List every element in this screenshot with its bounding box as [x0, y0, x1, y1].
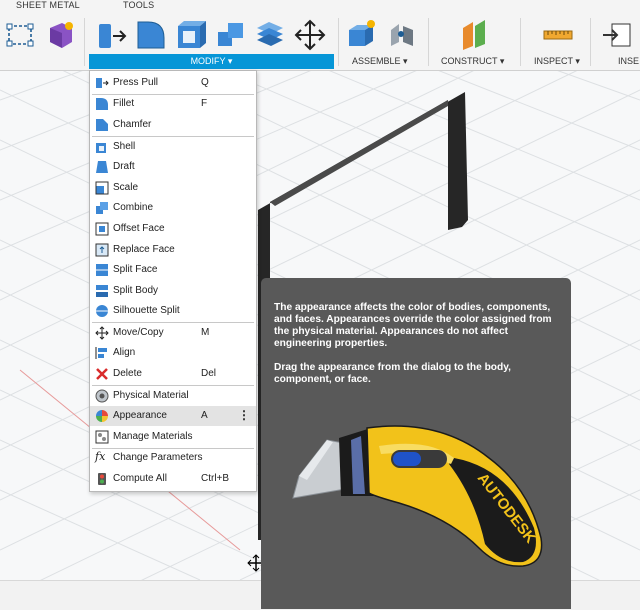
shell-icon: [96, 143, 106, 153]
menu-item-draft[interactable]: Draft: [90, 157, 256, 177]
offset-plane-icon[interactable]: [457, 18, 491, 52]
modify-menu: Press Pull Q Fillet F Chamfer Shell Draf…: [89, 70, 257, 492]
align-icon: [95, 347, 107, 359]
separator: [338, 18, 339, 66]
separator: [84, 18, 85, 66]
appearance-icon: [96, 410, 108, 422]
split-face-icon: [96, 264, 108, 276]
offset-face-tool-icon[interactable]: [253, 18, 287, 52]
move-icon: [95, 326, 109, 340]
utility-knife-image: AUTODESK: [292, 425, 543, 567]
fillet-icon: [96, 98, 108, 110]
menu-item-shell[interactable]: Shell: [90, 137, 256, 157]
more-options-icon[interactable]: ⋮: [238, 408, 250, 422]
construct-dropdown[interactable]: CONSTRUCT ▾: [441, 56, 504, 67]
replace-face-icon: [95, 243, 109, 257]
menu-item-compute-all[interactable]: Compute All Ctrl+B: [90, 469, 256, 489]
menu-item-move-copy[interactable]: Move/Copy M: [90, 323, 256, 343]
modify-dropdown-button[interactable]: MODIFY ▾: [89, 54, 334, 69]
new-component-icon[interactable]: [345, 18, 379, 52]
fx-icon: fx: [95, 450, 106, 463]
menu-item-combine[interactable]: Combine: [90, 198, 256, 218]
tooltip-description: The appearance affects the color of bodi…: [274, 302, 552, 349]
compute-all-icon: [98, 473, 106, 485]
create-form-icon[interactable]: [44, 18, 78, 52]
joint-icon[interactable]: [385, 18, 419, 52]
menu-item-scale[interactable]: Scale: [90, 178, 256, 198]
tooltip-instruction: Drag the appearance from the dialog to t…: [274, 362, 511, 385]
combine-icon: [96, 202, 108, 214]
menu-item-align[interactable]: Align: [90, 343, 256, 363]
manage-materials-icon: [95, 430, 109, 444]
menu-item-manage-materials[interactable]: Manage Materials: [90, 427, 256, 447]
draft-icon: [96, 161, 108, 173]
menu-item-appearance[interactable]: Appearance A ⋮: [90, 406, 256, 426]
menu-item-chamfer[interactable]: Chamfer: [90, 115, 256, 135]
delete-icon: [96, 368, 108, 380]
tab-sheet-metal[interactable]: SHEET METAL: [16, 0, 80, 10]
physical-material-icon: [95, 389, 109, 403]
assemble-dropdown[interactable]: ASSEMBLE ▾: [352, 56, 408, 67]
menu-item-press-pull[interactable]: Press Pull Q: [90, 73, 256, 93]
menu-item-fillet[interactable]: Fillet F: [90, 94, 256, 114]
separator: [428, 18, 429, 66]
separator: [520, 18, 521, 66]
menu-item-split-body[interactable]: Split Body: [90, 281, 256, 301]
measure-icon[interactable]: [541, 18, 575, 52]
split-body-icon: [96, 285, 108, 297]
toolbar: SHEET METAL TOOLS MODIFY ▾ ASSEMBLE ▾ CO…: [0, 0, 640, 71]
menu-item-physical-material[interactable]: Physical Material: [90, 386, 256, 406]
menu-item-replace-face[interactable]: Replace Face: [90, 240, 256, 260]
tab-tools[interactable]: TOOLS: [123, 0, 154, 10]
scale-icon: [95, 181, 109, 195]
separator: [590, 18, 591, 66]
combine-tool-icon[interactable]: [214, 18, 248, 52]
chamfer-icon: [96, 119, 108, 131]
appearance-tooltip: The appearance affects the color of bodi…: [261, 278, 571, 609]
fillet-tool-icon[interactable]: [134, 18, 168, 52]
menu-item-silhouette-split[interactable]: Silhouette Split: [90, 301, 256, 321]
insert-dropdown[interactable]: INSE: [618, 56, 639, 66]
press-pull-tool-icon[interactable]: [95, 18, 129, 52]
menu-item-change-parameters[interactable]: fx Change Parameters: [90, 448, 256, 468]
menu-item-split-face[interactable]: Split Face: [90, 260, 256, 280]
inspect-dropdown[interactable]: INSPECT ▾: [534, 56, 580, 67]
menu-item-offset-face[interactable]: Offset Face: [90, 219, 256, 239]
shell-tool-icon[interactable]: [174, 18, 208, 52]
silhouette-split-icon: [96, 305, 108, 317]
menu-item-delete[interactable]: Delete Del: [90, 364, 256, 384]
press-pull-icon: [96, 78, 109, 88]
sketch-rectangle-icon[interactable]: [4, 18, 38, 52]
move-tool-icon[interactable]: [293, 18, 327, 52]
offset-face-icon: [95, 222, 109, 236]
insert-icon[interactable]: [600, 18, 634, 52]
